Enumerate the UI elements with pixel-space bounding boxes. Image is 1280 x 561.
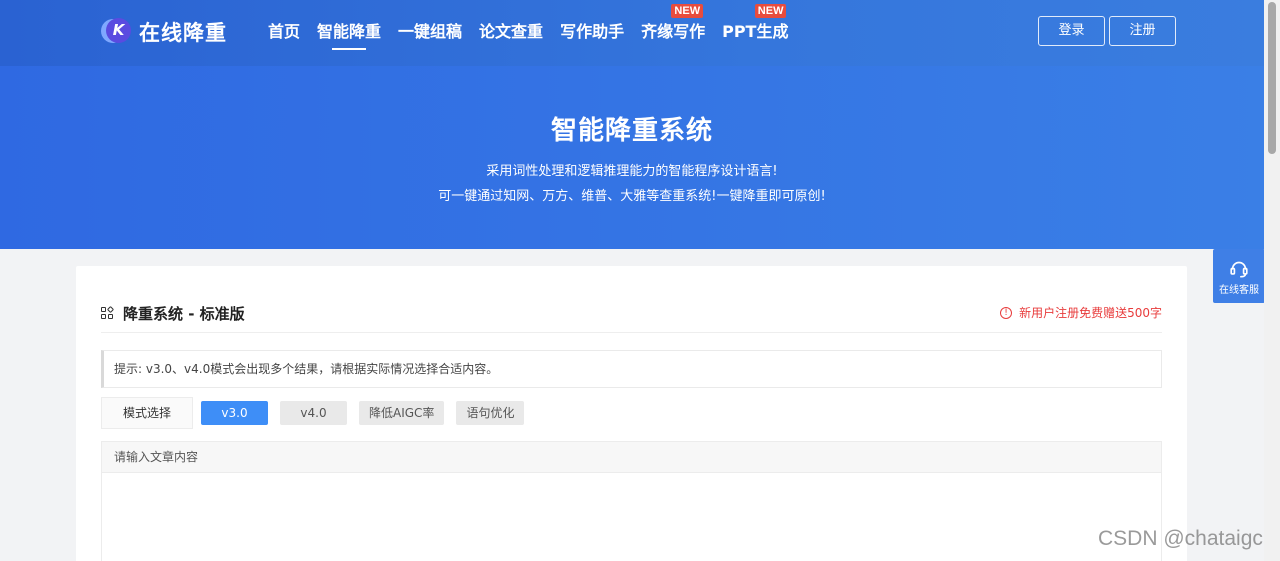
- nav-item-one-click-compose[interactable]: 一键组稿: [398, 0, 462, 66]
- promo-text: 新用户注册免费赠送500字: [1019, 306, 1162, 320]
- nav-item-label: 首页: [268, 22, 301, 41]
- main-nav: 首页 智能降重 一键组稿 论文查重 写作助手 齐缘写作 NEW PPT生成 NE…: [268, 0, 805, 66]
- mode-v3-button[interactable]: v3.0: [201, 401, 268, 425]
- hero-banner: 智能降重系统 采用词性处理和逻辑推理能力的智能程序设计语言! 可一键通过知网、万…: [0, 66, 1264, 249]
- top-header: K 在线降重 首页 智能降重 一键组稿 论文查重 写作助手 齐缘写作 NEW P…: [0, 0, 1264, 66]
- tip-box: 提示: v3.0、v4.0模式会出现多个结果，请根据实际情况选择合适内容。: [101, 350, 1162, 388]
- online-service-button[interactable]: 在线客服: [1213, 249, 1265, 303]
- promo-notice: ! 新用户注册免费赠送500字: [1000, 304, 1162, 321]
- nav-item-qiyuan-writing[interactable]: 齐缘写作 NEW: [641, 0, 705, 66]
- hero-subtitle-1: 采用词性处理和逻辑推理能力的智能程序设计语言!: [486, 164, 778, 179]
- editor-label: 请输入文章内容: [102, 442, 1161, 473]
- mode-reduce-aigc-button[interactable]: 降低AIGC率: [359, 401, 445, 425]
- hero-subtitle-2: 可一键通过知网、万方、维普、大雅等查重系统!一键降重即可原创!: [438, 189, 826, 204]
- site-logo[interactable]: K 在线降重: [101, 17, 227, 47]
- rewrite-card: 降重系统 - 标准版 ! 新用户注册免费赠送500字 提示: v3.0、v4.0…: [76, 266, 1187, 561]
- watermark: CSDN @chataigc: [1098, 527, 1263, 550]
- service-label: 在线客服: [1219, 285, 1259, 296]
- scrollbar-thumb[interactable]: [1268, 2, 1276, 154]
- nav-item-label: 齐缘写作: [641, 22, 706, 41]
- nav-item-ppt-generate[interactable]: PPT生成 NEW: [722, 0, 788, 66]
- new-badge: NEW: [671, 4, 704, 18]
- register-button[interactable]: 注册: [1109, 16, 1176, 46]
- divider: [101, 332, 1162, 333]
- nav-item-label: PPT生成: [722, 22, 789, 41]
- headset-icon: [1230, 261, 1248, 278]
- info-icon: !: [1000, 306, 1013, 319]
- article-input[interactable]: [102, 473, 1161, 561]
- mode-selector: 模式选择 v3.0 v4.0 降低AIGC率 语句优化: [101, 397, 536, 429]
- nav-item-writing-assistant[interactable]: 写作助手: [560, 0, 624, 66]
- login-button[interactable]: 登录: [1038, 16, 1105, 46]
- nav-item-label: 写作助手: [560, 22, 625, 41]
- logo-icon-letter: K: [106, 18, 131, 43]
- article-editor: 请输入文章内容: [101, 441, 1162, 561]
- logo-icon: K: [101, 17, 131, 47]
- page-scrollbar[interactable]: [1264, 0, 1280, 561]
- new-badge: NEW: [754, 4, 787, 18]
- logo-text: 在线降重: [139, 21, 227, 45]
- nav-item-plagiarism-check[interactable]: 论文查重: [479, 0, 543, 66]
- card-title: 降重系统 - 标准版: [123, 305, 245, 323]
- mode-label: 模式选择: [101, 397, 193, 429]
- card-header: 降重系统 - 标准版: [101, 303, 245, 324]
- nav-item-smart-rewrite[interactable]: 智能降重: [317, 0, 381, 66]
- mode-sentence-optimize-button[interactable]: 语句优化: [456, 401, 525, 425]
- apps-icon: [101, 305, 115, 320]
- hero-title: 智能降重系统: [550, 116, 713, 146]
- mode-v4-button[interactable]: v4.0: [280, 401, 347, 425]
- nav-item-home[interactable]: 首页: [268, 0, 300, 66]
- nav-item-label: 论文查重: [479, 22, 544, 41]
- nav-item-label: 一键组稿: [398, 22, 463, 41]
- nav-item-label: 智能降重: [317, 22, 382, 41]
